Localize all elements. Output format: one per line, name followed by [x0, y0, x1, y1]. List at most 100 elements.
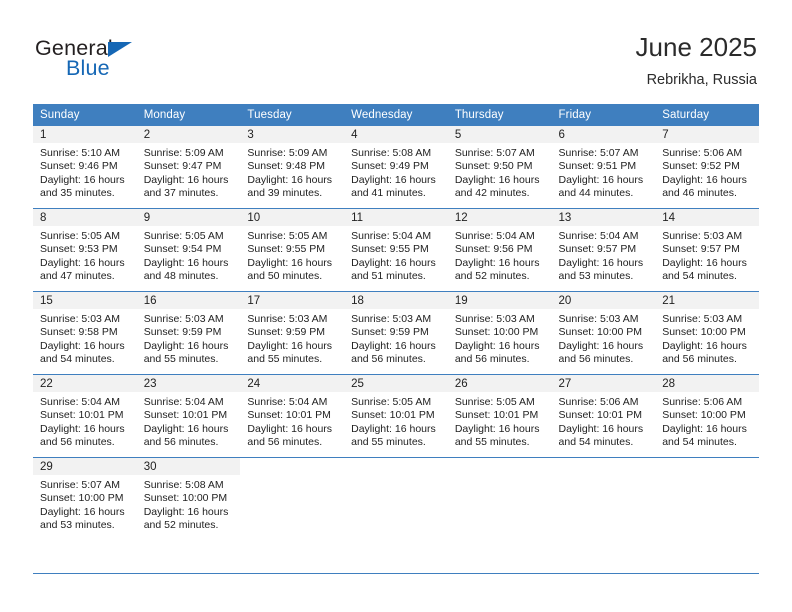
daylight-text-line1: Daylight: 16 hours: [143, 422, 229, 435]
daylight-text-line2: and 46 minutes.: [662, 187, 737, 200]
day-details: Sunrise: 5:07 AM Sunset: 9:51 PM Daylight:…: [552, 143, 656, 201]
sunrise-text: Sunrise: 5:06 AM: [662, 396, 743, 408]
day-number: 23: [143, 378, 157, 390]
sunset-text: Sunset: 9:55 PM: [351, 243, 429, 256]
sunrise-text: Sunrise: 5:04 AM: [143, 396, 224, 408]
calendar-day-cell[interactable]: 3 Sunrise: 5:09 AM Sunset: 9:48 PM Daylight…: [240, 126, 345, 209]
weekday-header-monday: Monday: [136, 104, 241, 126]
calendar-day-cell[interactable]: 1 Sunrise: 5:10 AM Sunset: 9:46 PM Daylight…: [33, 126, 137, 209]
calendar-day-cell[interactable]: 17 Sunrise: 5:03 AM Sunset: 9:59 PM Dayligh…: [240, 291, 345, 375]
calendar-day-cell[interactable]: 10 Sunrise: 5:05 AM Sunset: 9:55 PM Dayligh…: [240, 208, 345, 292]
calendar-day-cell[interactable]: 26 Sunrise: 5:05 AM Sunset: 10:01 PM Daylig…: [447, 374, 552, 458]
calendar-day-cell[interactable]: 25 Sunrise: 5:05 AM Sunset: 10:01 PM Daylig…: [344, 374, 448, 458]
page-header: General Blue June 2025 Rebrikha, Russia: [0, 0, 792, 104]
day-details: Sunrise: 5:10 AM Sunset: 9:46 PM Daylight:…: [33, 143, 137, 201]
day-number-strip: [344, 458, 448, 475]
calendar-day-cell[interactable]: 27 Sunrise: 5:06 AM Sunset: 10:01 PM Daylig…: [551, 374, 656, 458]
sunset-text: Sunset: 9:52 PM: [662, 160, 740, 173]
daylight-text-line2: and 44 minutes.: [558, 187, 634, 200]
day-cell-inner: [655, 458, 759, 540]
day-cell-inner: 16 Sunrise: 5:03 AM Sunset: 9:59 PM Dayligh…: [136, 292, 241, 374]
sunrise-text: Sunrise: 5:07 AM: [40, 479, 120, 491]
day-number: 10: [247, 212, 261, 224]
calendar-day-cell[interactable]: 11 Sunrise: 5:04 AM Sunset: 9:55 PM Dayligh…: [344, 208, 448, 292]
calendar-day-cell[interactable]: 19 Sunrise: 5:03 AM Sunset: 10:00 PM Daylig…: [447, 291, 552, 375]
sunset-text: Sunset: 10:00 PM: [662, 409, 746, 422]
sunrise-text: Sunrise: 5:07 AM: [454, 147, 535, 159]
calendar-day-cell[interactable]: 28 Sunrise: 5:06 AM Sunset: 10:00 PM Daylig…: [655, 374, 759, 458]
day-number: 27: [558, 378, 572, 390]
calendar-day-cell[interactable]: 2 Sunrise: 5:09 AM Sunset: 9:47 PM Daylight…: [136, 126, 241, 209]
calendar-week-row: 1 Sunrise: 5:10 AM Sunset: 9:46 PM Daylight…: [33, 126, 759, 209]
day-number-strip: 30: [136, 458, 241, 475]
calendar-day-cell[interactable]: 16 Sunrise: 5:03 AM Sunset: 9:59 PM Dayligh…: [136, 291, 241, 375]
weekday-header-wednesday: Wednesday: [344, 104, 448, 126]
day-number: 6: [558, 129, 565, 141]
day-details: Sunrise: 5:03 AM Sunset: 9:59 PM Daylight:…: [344, 309, 448, 367]
day-number-strip: 12: [447, 209, 552, 226]
calendar-day-cell[interactable]: 15 Sunrise: 5:03 AM Sunset: 9:58 PM Dayligh…: [33, 291, 137, 375]
day-number: 16: [143, 295, 157, 307]
daylight-text-line2: and 56 minutes.: [662, 353, 737, 366]
calendar-day-cell[interactable]: 12 Sunrise: 5:04 AM Sunset: 9:56 PM Dayligh…: [447, 208, 552, 292]
day-number: 28: [662, 378, 676, 390]
day-number-strip: 9: [136, 209, 241, 226]
day-details: Sunrise: 5:04 AM Sunset: 9:57 PM Daylight:…: [552, 226, 656, 284]
day-details: Sunrise: 5:08 AM Sunset: 10:00 PM Daylight…: [137, 475, 241, 533]
calendar-day-cell[interactable]: 30 Sunrise: 5:08 AM Sunset: 10:00 PM Daylig…: [136, 457, 241, 540]
day-cell-inner: 9 Sunrise: 5:05 AM Sunset: 9:54 PM Daylight…: [136, 209, 241, 291]
day-number-strip: 28: [655, 375, 759, 392]
day-number: 21: [662, 295, 676, 307]
day-number-strip: 13: [551, 209, 656, 226]
calendar-day-cell[interactable]: 5 Sunrise: 5:07 AM Sunset: 9:50 PM Daylight…: [447, 126, 552, 209]
day-number: 26: [454, 378, 468, 390]
brand-blue-text: Blue: [66, 56, 110, 80]
calendar-day-cell[interactable]: 9 Sunrise: 5:05 AM Sunset: 9:54 PM Daylight…: [136, 208, 241, 292]
blue-triangle-flag-icon: [108, 42, 132, 57]
calendar-day-cell[interactable]: 13 Sunrise: 5:04 AM Sunset: 9:57 PM Dayligh…: [551, 208, 656, 292]
day-cell-inner: [448, 458, 552, 540]
daylight-text-line1: Daylight: 16 hours: [351, 173, 436, 186]
calendar-day-cell[interactable]: 7 Sunrise: 5:06 AM Sunset: 9:52 PM Daylight…: [655, 126, 759, 209]
sunset-text: Sunset: 10:01 PM: [143, 409, 228, 422]
daylight-text-line1: Daylight: 16 hours: [247, 422, 333, 435]
day-cell-inner: 26 Sunrise: 5:05 AM Sunset: 10:01 PM Daylig…: [447, 375, 552, 457]
day-details: Sunrise: 5:04 AM Sunset: 9:55 PM Daylight:…: [344, 226, 448, 284]
daylight-text-line2: and 55 minutes.: [351, 436, 426, 449]
brand-logo[interactable]: General Blue: [35, 36, 255, 86]
calendar-day-cell[interactable]: 22 Sunrise: 5:04 AM Sunset: 10:01 PM Daylig…: [33, 374, 137, 458]
sunrise-text: Sunrise: 5:03 AM: [143, 313, 224, 325]
day-details: Sunrise: 5:03 AM Sunset: 10:00 PM Daylight…: [655, 309, 759, 367]
calendar-day-cell[interactable]: 29 Sunrise: 5:07 AM Sunset: 10:00 PM Daylig…: [33, 457, 137, 540]
calendar-day-cell[interactable]: 20 Sunrise: 5:03 AM Sunset: 10:00 PM Daylig…: [551, 291, 656, 375]
sunset-text: Sunset: 10:00 PM: [558, 326, 642, 339]
sunrise-text: Sunrise: 5:09 AM: [247, 147, 328, 159]
day-cell-inner: 3 Sunrise: 5:09 AM Sunset: 9:48 PM Daylight…: [240, 126, 345, 208]
day-number-strip: 27: [551, 375, 656, 392]
day-cell-inner: 24 Sunrise: 5:04 AM Sunset: 10:01 PM Daylig…: [240, 375, 345, 457]
calendar-day-cell[interactable]: 6 Sunrise: 5:07 AM Sunset: 9:51 PM Daylight…: [551, 126, 656, 209]
weekday-header-friday: Friday: [551, 104, 656, 126]
calendar-day-cell[interactable]: 24 Sunrise: 5:04 AM Sunset: 10:01 PM Daylig…: [240, 374, 345, 458]
sunset-text: Sunset: 10:00 PM: [454, 326, 539, 339]
calendar-day-cell[interactable]: 18 Sunrise: 5:03 AM Sunset: 9:59 PM Dayligh…: [344, 291, 448, 375]
day-number: 4: [351, 129, 358, 141]
daylight-text-line1: Daylight: 16 hours: [662, 422, 747, 435]
daylight-text-line2: and 56 minutes.: [351, 353, 426, 366]
daylight-text-line1: Daylight: 16 hours: [662, 339, 747, 352]
day-number: 3: [247, 129, 254, 141]
calendar-day-cell[interactable]: 14 Sunrise: 5:03 AM Sunset: 9:57 PM Dayligh…: [655, 208, 759, 292]
calendar-day-cell[interactable]: 23 Sunrise: 5:04 AM Sunset: 10:01 PM Daylig…: [136, 374, 241, 458]
sunset-text: Sunset: 10:00 PM: [40, 492, 124, 505]
daylight-text-line1: Daylight: 16 hours: [40, 505, 125, 518]
day-cell-inner: 2 Sunrise: 5:09 AM Sunset: 9:47 PM Daylight…: [136, 126, 241, 208]
sunrise-text: Sunrise: 5:10 AM: [40, 147, 120, 159]
daylight-text-line2: and 51 minutes.: [351, 270, 426, 283]
day-cell-inner: 19 Sunrise: 5:03 AM Sunset: 10:00 PM Daylig…: [447, 292, 552, 374]
calendar-day-cell[interactable]: 21 Sunrise: 5:03 AM Sunset: 10:00 PM Daylig…: [655, 291, 759, 375]
calendar-day-cell[interactable]: 4 Sunrise: 5:08 AM Sunset: 9:49 PM Daylight…: [344, 126, 448, 209]
calendar-day-cell[interactable]: 8 Sunrise: 5:05 AM Sunset: 9:53 PM Daylight…: [33, 208, 137, 292]
day-details: Sunrise: 5:06 AM Sunset: 10:00 PM Daylight…: [655, 392, 759, 450]
calendar-day-cell-empty: [240, 457, 345, 540]
sunrise-text: Sunrise: 5:03 AM: [662, 313, 743, 325]
